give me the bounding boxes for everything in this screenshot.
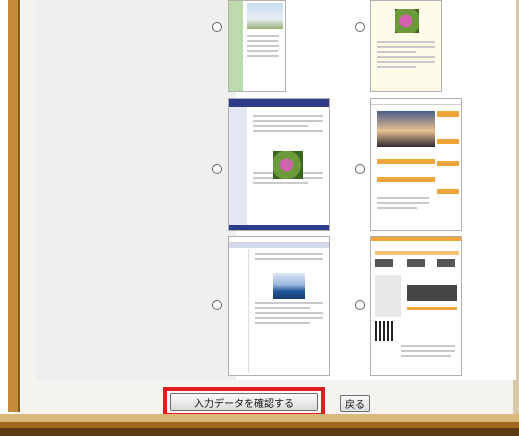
template-radio-5[interactable] (212, 300, 222, 310)
page-frame-bottom (0, 414, 519, 436)
template-thumbnail-1[interactable] (228, 0, 286, 92)
template-radio-2[interactable] (355, 22, 365, 32)
confirm-input-data-button[interactable]: 入力データを確認する (170, 393, 318, 411)
template-thumbnail-3[interactable] (228, 98, 330, 231)
template-radio-6[interactable] (355, 300, 365, 310)
template-radio-1[interactable] (212, 22, 222, 32)
template-radio-4[interactable] (355, 164, 365, 174)
template-radio-3[interactable] (212, 164, 222, 174)
template-thumbnail-4[interactable] (370, 98, 462, 231)
template-thumbnail-5[interactable] (228, 236, 330, 376)
template-thumbnail-6[interactable] (370, 236, 462, 376)
back-button[interactable]: 戻る (340, 395, 370, 412)
template-thumbnail-2[interactable] (370, 0, 442, 92)
page-frame-left (8, 0, 20, 412)
